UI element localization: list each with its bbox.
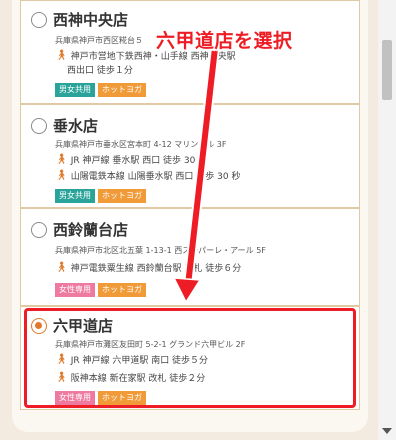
scrollbar-thumb[interactable]: [382, 40, 392, 100]
annotation-label: 六甲道店を選択: [156, 30, 293, 52]
scroll-down-arrow-icon[interactable]: [382, 428, 392, 434]
annotation-arrow: [172, 43, 220, 304]
scrollbar[interactable]: [378, 0, 396, 440]
